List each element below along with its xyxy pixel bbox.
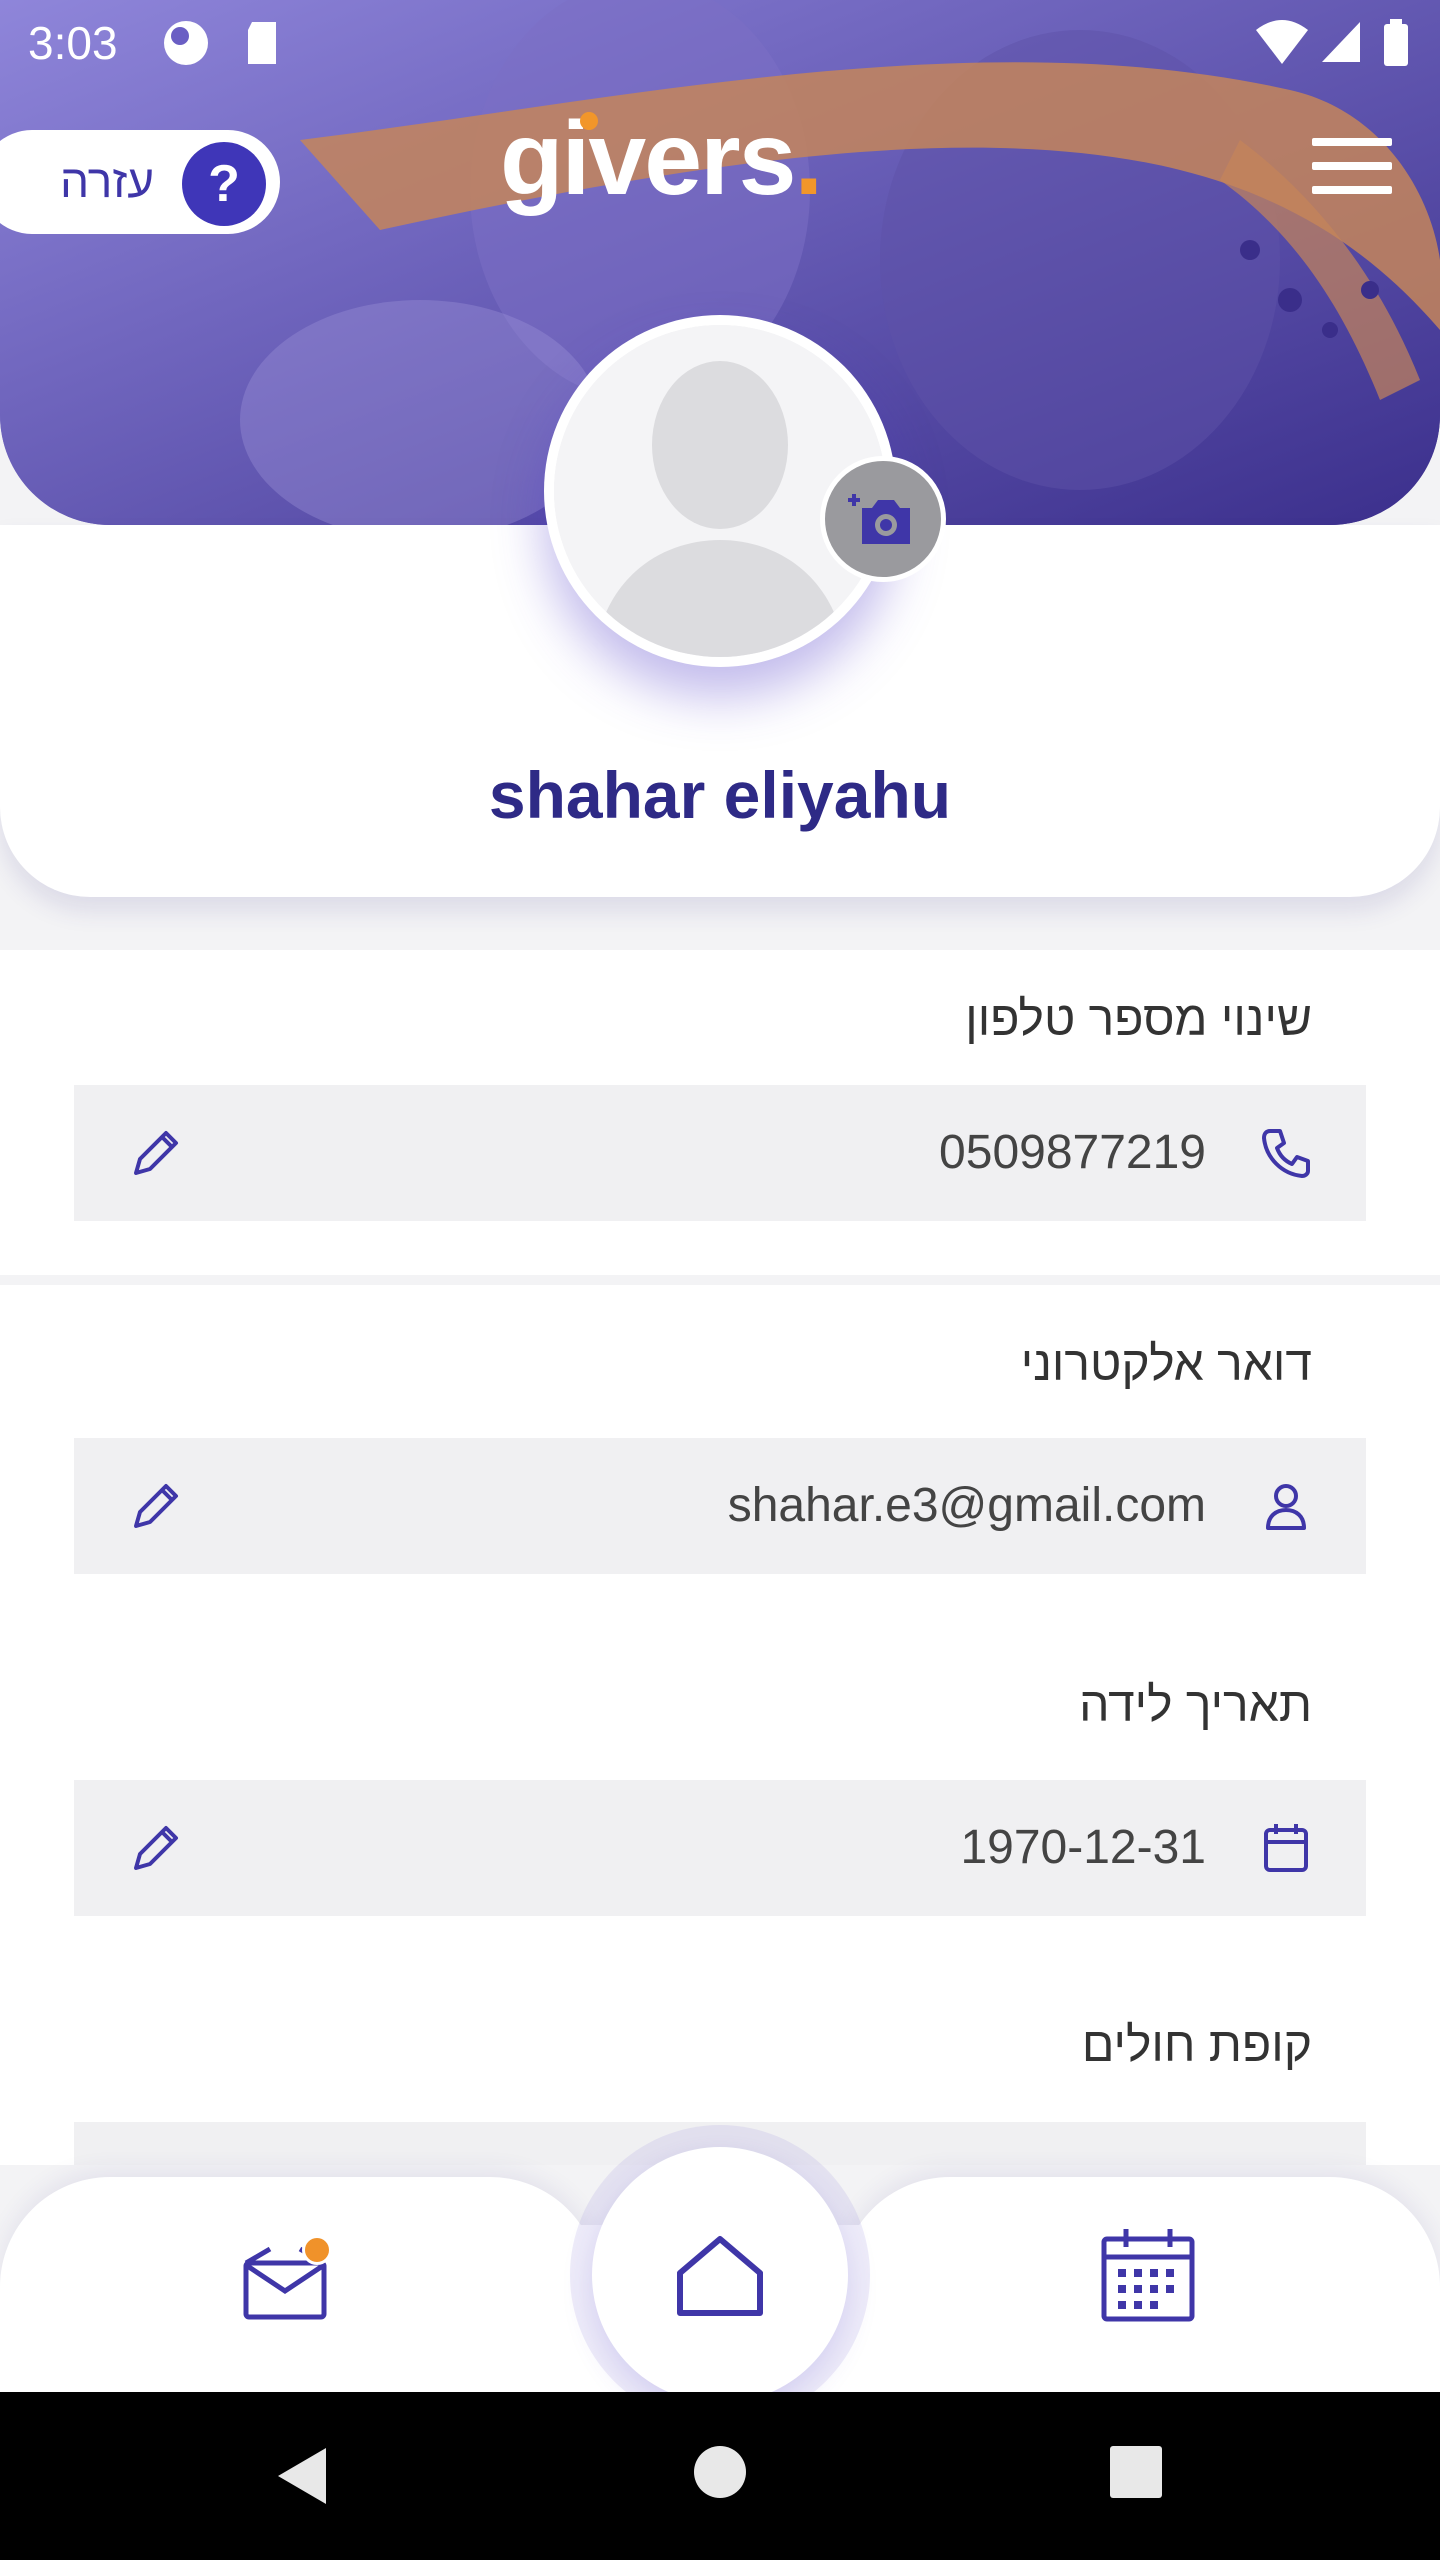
back-icon[interactable]	[272, 2444, 332, 2508]
givers-logo: givers.	[500, 100, 823, 219]
edit-pencil-icon[interactable]	[126, 1818, 186, 1878]
add-photo-icon	[848, 494, 910, 544]
user-name: shahar eliyahu	[488, 758, 952, 832]
menu-bar	[1312, 138, 1392, 146]
help-label: עזרה	[60, 155, 154, 207]
screen: 3:03 עזרה ? givers. shahar eliyahu שינוי…	[0, 0, 1440, 2560]
edit-pencil-icon[interactable]	[126, 1123, 186, 1183]
phone-icon	[1262, 1129, 1310, 1178]
bottom-navigation	[0, 2147, 1440, 2403]
home-button[interactable]	[592, 2147, 848, 2403]
phone-value: 0509877219	[939, 1126, 1206, 1179]
calendar-icon[interactable]	[1098, 2225, 1198, 2325]
birthdate-label: תאריך לידה	[1079, 1679, 1312, 1732]
system-navigation-bar	[0, 2392, 1440, 2560]
birthdate-field[interactable]: 1970-12-31	[74, 1780, 1366, 1916]
help-question-icon[interactable]: ?	[182, 142, 266, 226]
phone-section: שינוי מספר טלפון 0509877219	[0, 950, 1440, 1275]
phone-label: שינוי מספר טלפון	[965, 993, 1312, 1046]
email-field[interactable]: shahar.e3@gmail.com	[74, 1438, 1366, 1574]
menu-bar	[1312, 162, 1392, 170]
battery-icon	[1384, 19, 1408, 66]
email-label: דואר אלקטרוני	[1020, 1338, 1312, 1391]
details-section: דואר אלקטרוני shahar.e3@gmail.com תאריך …	[0, 1285, 1440, 2165]
home-system-icon[interactable]	[692, 2444, 748, 2500]
recents-icon[interactable]	[1108, 2444, 1164, 2500]
logo-text: givers	[500, 101, 796, 217]
wifi-icon	[1256, 20, 1308, 64]
hamburger-menu-icon[interactable]	[1312, 138, 1392, 194]
calendar-icon	[1264, 1824, 1308, 1872]
phone-field[interactable]: 0509877219	[74, 1085, 1366, 1221]
home-icon	[677, 2236, 763, 2316]
notification-badge	[302, 2235, 332, 2265]
status-bar: 3:03	[0, 0, 1440, 84]
change-photo-button[interactable]	[820, 456, 946, 582]
app-notification-icon	[164, 21, 208, 65]
edit-pencil-icon[interactable]	[126, 1476, 186, 1536]
menu-bar	[1312, 186, 1392, 194]
logo-dot: .	[794, 101, 823, 217]
health-fund-label: קופת חולים	[1081, 2019, 1312, 2072]
email-value: shahar.e3@gmail.com	[727, 1479, 1206, 1532]
status-time: 3:03	[28, 17, 118, 69]
birthdate-value: 1970-12-31	[960, 1821, 1206, 1874]
user-icon	[1266, 1484, 1306, 1530]
signal-icon	[1322, 22, 1360, 62]
sd-card-icon	[248, 22, 276, 64]
logo-accent-dot	[580, 112, 598, 130]
